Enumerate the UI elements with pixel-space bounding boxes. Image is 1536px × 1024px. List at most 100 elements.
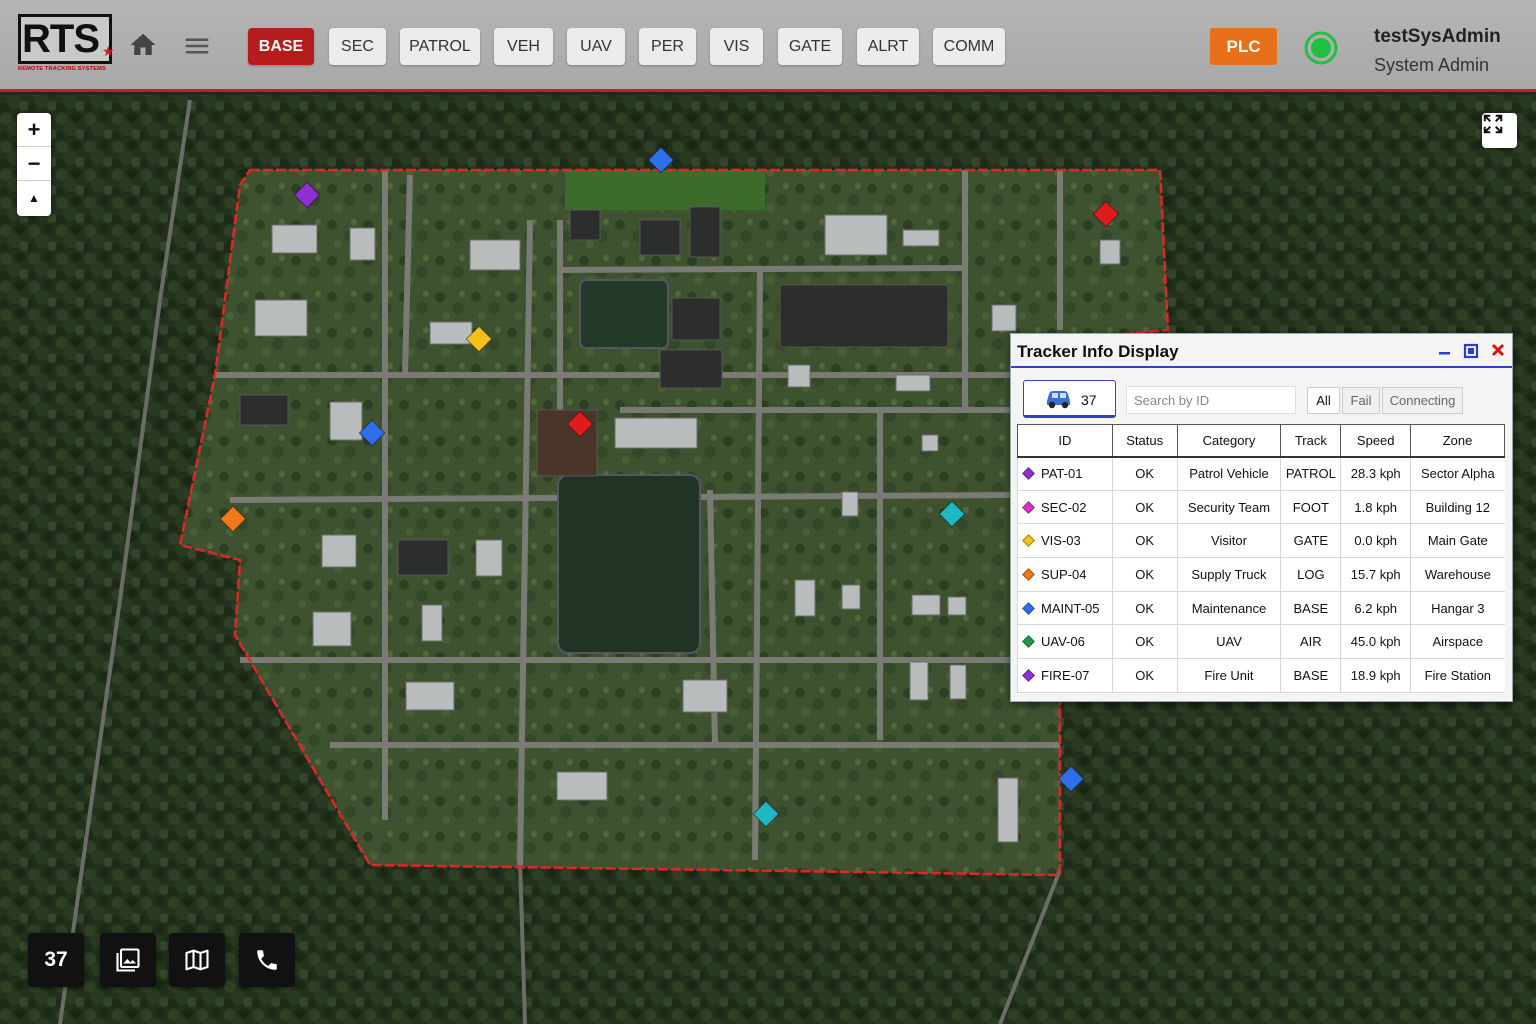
filter-all-button[interactable]: All (1307, 387, 1340, 414)
cell-zone: Hangar 3 (1410, 591, 1505, 626)
cell-speed: 28.3 kph (1340, 456, 1411, 491)
cell-id: FIRE-07 (1017, 658, 1113, 693)
home-icon[interactable] (128, 30, 158, 60)
maximize-icon[interactable] (1463, 343, 1479, 359)
zoom-control: + − ▲ (17, 113, 51, 216)
minimize-icon[interactable] (1437, 342, 1453, 358)
close-icon[interactable] (1490, 342, 1506, 358)
nav-veh-button[interactable]: VEH (494, 28, 553, 65)
tracker-count-button[interactable]: 37 (28, 933, 84, 987)
table-row[interactable]: SUP-04 OK Supply Truck LOG 15.7 kph Warehouse (1017, 557, 1505, 592)
column-header-category[interactable]: Category (1176, 424, 1282, 458)
cell-id: SEC-02 (1017, 490, 1113, 525)
tracker-marker-icon (1022, 635, 1035, 649)
rts-logo[interactable]: RTS ★ REMOTE TRACKING SYSTEMS (18, 14, 116, 72)
cell-status: OK (1111, 624, 1178, 660)
vehicle-filter-button[interactable]: 37 (1023, 380, 1116, 418)
pond-small (579, 279, 669, 349)
cell-speed: 6.2 kph (1340, 591, 1411, 626)
tracker-id: MAINT-05 (1041, 600, 1100, 616)
vehicle-icon (1047, 391, 1070, 409)
cell-track: GATE (1280, 523, 1341, 559)
table-header-row: ID Status Category Track Speed Zone (1017, 424, 1505, 458)
parade-field (565, 170, 765, 210)
tracker-marker-icon (1022, 568, 1035, 581)
tracker-marker-icon (1022, 669, 1035, 682)
tracker-marker-icon (1022, 601, 1035, 615)
column-header-speed[interactable]: Speed (1340, 424, 1412, 458)
cell-zone: Fire Station (1410, 658, 1505, 693)
cell-zone: Warehouse (1410, 557, 1505, 592)
cell-track: FOOT (1280, 490, 1341, 525)
cell-status: OK (1111, 557, 1178, 592)
nav-uav-button[interactable]: UAV (567, 28, 625, 65)
cell-id: PAT-01 (1017, 456, 1113, 491)
cell-speed: 0.0 kph (1340, 523, 1411, 559)
tracker-table: ID Status Category Track Speed Zone PAT-… (1017, 424, 1505, 693)
table-row[interactable]: PAT-01 OK Patrol Vehicle PATROL 28.3 kph Sect… (1017, 456, 1505, 491)
cell-speed: 1.8 kph (1340, 490, 1411, 525)
cell-category: Visitor (1176, 523, 1281, 559)
call-button[interactable] (239, 933, 295, 987)
layers-icon (116, 948, 140, 972)
tracker-id: UAV-06 (1041, 634, 1085, 650)
map-view-button[interactable] (169, 933, 225, 987)
filter-fail-button[interactable]: Fail (1342, 387, 1380, 414)
cell-zone: Building 12 (1410, 490, 1505, 525)
connection-status-icon (1303, 30, 1339, 66)
nav-gate-button[interactable]: GATE (778, 28, 842, 65)
tracker-table-body: PAT-01 OK Patrol Vehicle PATROL 28.3 kph Sect… (1017, 456, 1505, 693)
column-header-zone[interactable]: Zone (1410, 424, 1505, 458)
logo-star-icon: ★ (102, 43, 115, 59)
nav-alrt-button[interactable]: ALRT (857, 28, 919, 65)
cell-track: AIR (1280, 624, 1341, 660)
tracker-info-panel[interactable]: Tracker Info Display 37 All Fail Connect… (1010, 333, 1513, 702)
tracker-marker-icon (1022, 467, 1035, 480)
nav-comm-button[interactable]: COMM (933, 28, 1005, 65)
table-row[interactable]: MAINT-05 OK Maintenance BASE 6.2 kph Hangar 3 (1017, 591, 1505, 626)
tracker-count: 37 (44, 948, 68, 971)
map-icon (185, 949, 209, 971)
cell-track: BASE (1280, 591, 1341, 626)
user-role: System Admin (1374, 55, 1490, 75)
cell-zone: Airspace (1410, 624, 1505, 660)
nav-base-button[interactable]: BASE (248, 28, 314, 65)
nav-per-button[interactable]: PER (639, 28, 696, 65)
table-row[interactable]: VIS-03 OK Visitor GATE 0.0 kph Main Gate (1017, 523, 1505, 559)
plc-button[interactable]: PLC (1210, 28, 1277, 65)
hamburger-menu-icon[interactable] (182, 31, 212, 61)
tracker-id: SEC-02 (1041, 499, 1087, 515)
filter-connecting-button[interactable]: Connecting (1382, 387, 1463, 414)
table-row[interactable]: UAV-06 OK UAV AIR 45.0 kph Airspace (1017, 624, 1505, 660)
layers-button[interactable] (100, 933, 156, 987)
tracker-marker-icon (1022, 534, 1035, 548)
cell-id: UAV-06 (1017, 624, 1113, 660)
tracker-panel-title: Tracker Info Display (1017, 342, 1179, 361)
nav-patrol-button[interactable]: PATROL (400, 28, 480, 65)
cell-speed: 15.7 kph (1340, 557, 1411, 592)
logo-subtitle: REMOTE TRACKING SYSTEMS (18, 66, 106, 72)
column-header-track[interactable]: Track (1280, 424, 1342, 458)
table-row[interactable]: FIRE-07 OK Fire Unit BASE 18.9 kph Fire Stati… (1017, 658, 1505, 693)
search-by-id-input[interactable] (1126, 386, 1296, 414)
tracker-panel-header[interactable]: Tracker Info Display (1011, 334, 1512, 368)
zoom-out-button[interactable]: − (17, 147, 51, 181)
cell-zone: Main Gate (1410, 523, 1505, 559)
cell-status: OK (1111, 456, 1178, 491)
table-row[interactable]: SEC-02 OK Security Team FOOT 1.8 kph Building… (1017, 490, 1505, 525)
vehicle-count: 37 (1081, 392, 1097, 408)
tracker-marker-icon (1022, 500, 1035, 514)
zoom-in-button[interactable]: + (17, 113, 51, 147)
tracker-table-container[interactable]: ID Status Category Track Speed Zone PAT-… (1017, 424, 1505, 694)
cell-status: OK (1111, 591, 1178, 626)
cell-id: VIS-03 (1017, 523, 1113, 559)
column-header-id[interactable]: ID (1017, 424, 1113, 458)
fullscreen-icon[interactable] (1482, 113, 1517, 148)
column-header-status[interactable]: Status (1111, 424, 1178, 458)
cell-speed: 45.0 kph (1340, 624, 1411, 660)
cell-status: OK (1111, 490, 1178, 525)
nav-sec-button[interactable]: SEC (329, 28, 386, 65)
nav-vis-button[interactable]: VIS (710, 28, 763, 65)
reset-north-button[interactable]: ▲ (17, 181, 51, 215)
user-name[interactable]: testSysAdmin (1374, 26, 1501, 48)
